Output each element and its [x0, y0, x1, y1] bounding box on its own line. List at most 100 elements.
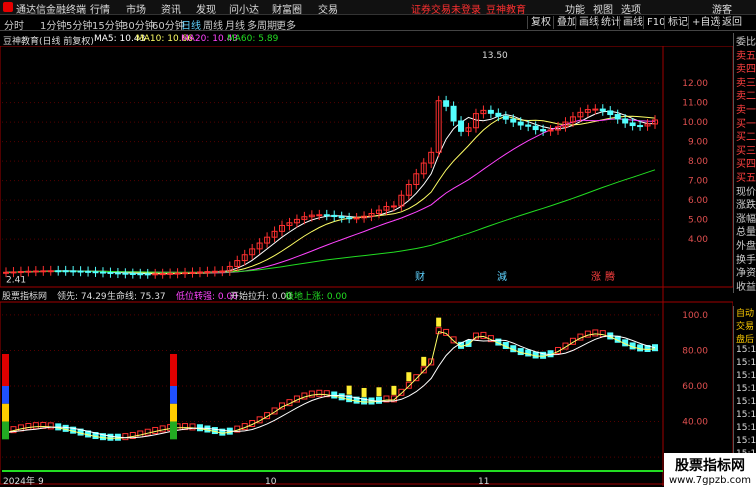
signal-bar	[436, 317, 442, 327]
indicator-bar	[532, 351, 539, 359]
period-1min[interactable]: 1分钟	[40, 17, 66, 32]
candle	[77, 270, 84, 273]
indicator-bar	[599, 330, 606, 338]
period-daily[interactable]: 日线	[181, 17, 201, 32]
price-tick-label: 6.00	[688, 196, 708, 206]
signal-stack	[2, 403, 9, 422]
ma60-line	[5, 169, 656, 273]
trade-panel: 自动交易盘后15:18 15:17 15:17 15:17 15:16 15:16 15:1…	[733, 306, 756, 466]
indicator-bar	[47, 422, 54, 430]
low-label: 2.41	[6, 275, 26, 285]
indicator-tick-label: 40.00	[682, 418, 708, 428]
price-tick-label: 12.00	[682, 79, 708, 89]
btn-fanhui[interactable]: 返回	[718, 16, 745, 29]
period-60min[interactable]: 60分钟	[152, 17, 185, 32]
candle	[622, 118, 629, 124]
period-5min[interactable]: 5分钟	[66, 17, 92, 32]
signal-bar	[376, 387, 382, 397]
indicator-bar	[32, 422, 39, 430]
period-multi[interactable]: 多周期	[247, 17, 277, 32]
indicator-bar	[637, 344, 644, 352]
candle	[540, 129, 547, 132]
indicator-bottom: 低位转强: 0.00	[176, 290, 238, 302]
candle	[346, 217, 353, 220]
watermark-line1: 股票指标网	[675, 458, 745, 474]
candle	[3, 271, 9, 274]
trade-time-label: 15:17	[736, 358, 756, 368]
price-tick-label: 9.00	[688, 138, 708, 148]
btn-biaoji[interactable]: 标记	[664, 16, 691, 29]
x-axis-label: 2024年	[3, 475, 35, 486]
trade-time-label: 15:16	[736, 410, 756, 420]
period-monthly[interactable]: 月线	[225, 17, 245, 32]
trade-time-label: 15:16	[736, 397, 756, 407]
signal-bar	[406, 372, 412, 382]
event-marker: 涨	[591, 271, 601, 283]
indicator-lead: 领先: 74.29	[57, 290, 107, 302]
quote-label: 收益	[736, 281, 756, 293]
candle	[47, 270, 54, 273]
ma10-line	[5, 115, 656, 274]
candle	[592, 108, 599, 111]
candle	[85, 270, 92, 273]
candle	[495, 112, 502, 117]
menu-zixun[interactable]: 资讯	[161, 1, 181, 16]
candle	[450, 105, 457, 122]
trade-time-label: 15:18	[736, 345, 756, 355]
candle	[599, 108, 606, 112]
brand-label: 豆神教育	[486, 5, 526, 16]
indicator-bar	[338, 393, 345, 401]
menu-hangqing[interactable]: 行情	[90, 1, 110, 16]
peak-label: 13.50	[482, 51, 508, 61]
x-axis-label: 9	[38, 477, 44, 486]
candle	[122, 272, 129, 275]
candle	[637, 125, 644, 128]
candle	[137, 273, 144, 276]
signal-stack	[170, 403, 177, 422]
period-more[interactable]: 更多	[276, 17, 296, 32]
period-weekly[interactable]: 周线	[203, 17, 223, 32]
trade-time-label: 交易	[736, 322, 755, 332]
indicator-bar	[17, 424, 24, 432]
menu-faxian[interactable]: 发现	[196, 1, 216, 16]
btn-huaxian2[interactable]: 画线	[619, 16, 646, 29]
candle	[331, 214, 338, 218]
menu-shichang[interactable]: 市场	[126, 1, 146, 16]
candle	[547, 129, 554, 132]
menu-xuanxiang[interactable]: 选项	[621, 1, 641, 16]
trade-time-label: 自动	[736, 309, 755, 319]
kline-chart[interactable]: 12.00 11.00 10.00 9.00 8.00 7.00 6.00 5.00 4.00 1…	[0, 46, 733, 486]
menu-gongneng[interactable]: 功能	[565, 1, 585, 16]
indicator-bar	[25, 423, 32, 431]
indicator-bar	[159, 425, 166, 433]
candle	[614, 114, 621, 120]
price-tick-label: 5.00	[688, 216, 708, 226]
user-guest[interactable]: 游客	[712, 1, 732, 16]
candle	[182, 272, 189, 275]
signal-bar	[361, 387, 367, 397]
candle	[114, 272, 121, 275]
period-30min[interactable]: 30分钟	[122, 17, 155, 32]
candle	[607, 110, 614, 116]
period-fenshi[interactable]: 分时	[4, 17, 24, 32]
btn-fuquan[interactable]: 复权	[527, 16, 554, 29]
candle	[211, 270, 218, 273]
life-line	[5, 335, 656, 439]
menu-wenxiaoda[interactable]: 问小达	[229, 1, 259, 16]
menu-jiaoyi[interactable]: 交易	[318, 1, 338, 16]
candle	[443, 100, 450, 107]
candle	[10, 271, 17, 274]
price-tick-label: 4.00	[688, 235, 708, 245]
candle	[25, 270, 32, 273]
period-15min[interactable]: 15分钟	[92, 17, 125, 32]
indicator-bar	[144, 428, 151, 436]
menu-shitu[interactable]: 视图	[593, 1, 613, 16]
price-tick-label: 7.00	[688, 177, 708, 187]
login-warning[interactable]: 证券交易未登录	[411, 1, 481, 16]
candle	[487, 109, 494, 114]
menu-caifuquan[interactable]: 财富圈	[272, 1, 302, 16]
candle	[353, 217, 360, 220]
event-marker: 财	[415, 270, 425, 283]
trade-time-label: 15:17	[736, 371, 756, 381]
candle	[338, 216, 345, 219]
